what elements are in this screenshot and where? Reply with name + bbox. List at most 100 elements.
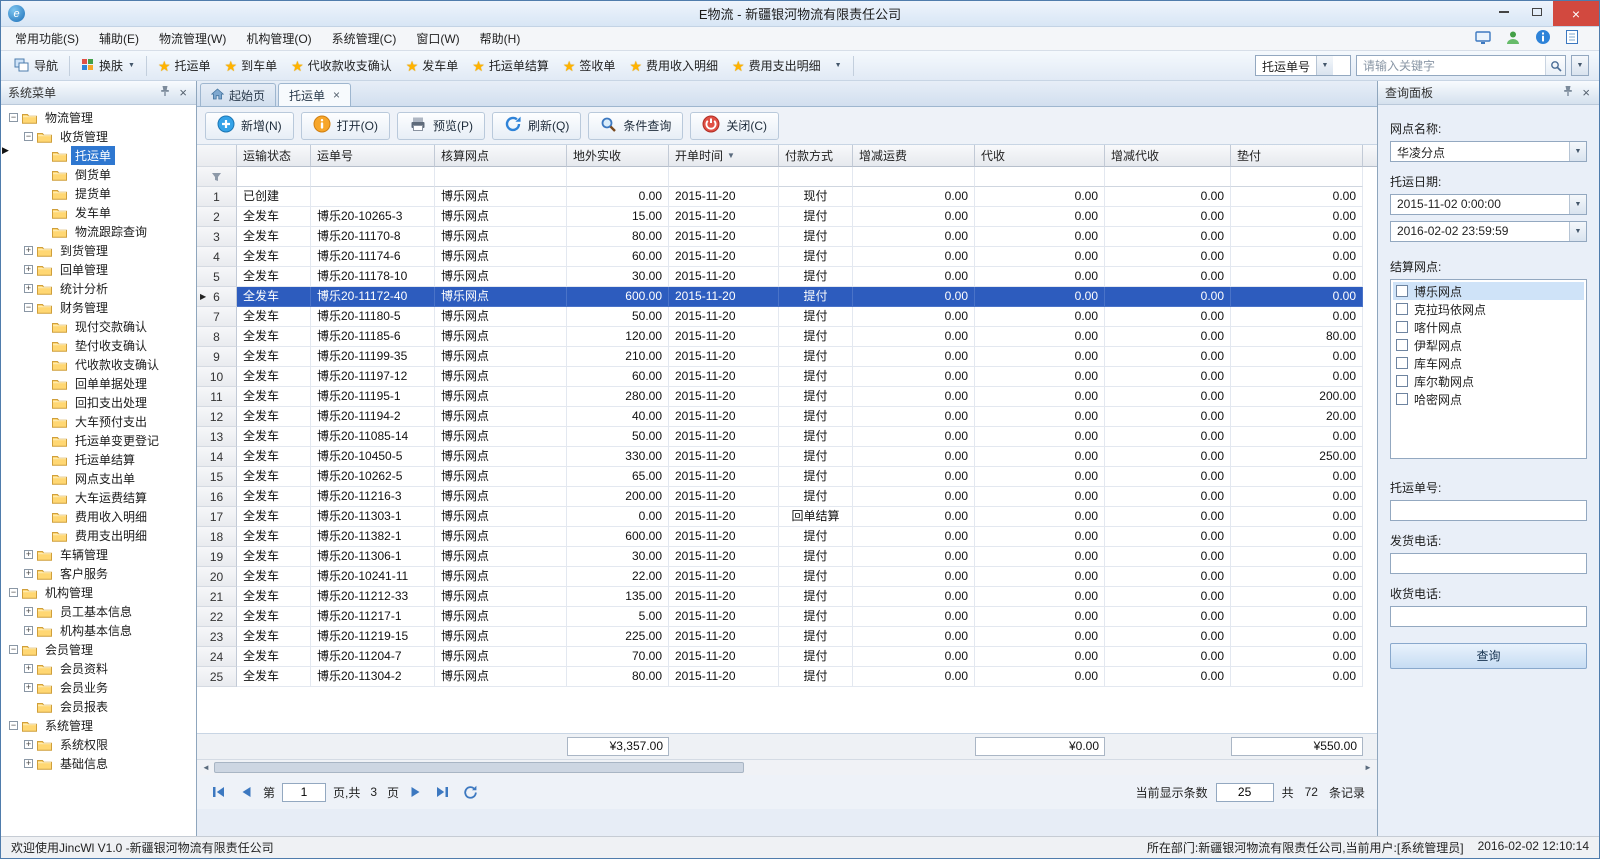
sender-phone-input[interactable] [1390,553,1587,574]
chevron-down-icon[interactable]: ▼ [1316,56,1333,75]
horizontal-scrollbar[interactable]: ◄ ► [197,759,1377,775]
checkbox-icon[interactable] [1396,321,1408,333]
info-icon[interactable] [1535,29,1551,48]
favorites-overflow-button[interactable]: ▼ [828,59,849,72]
preview-button[interactable]: 预览(P) [397,112,485,140]
chevron-down-icon[interactable]: ▼ [1569,195,1586,214]
tree-item[interactable]: 回单单据处理 [1,374,196,393]
minimize-button[interactable] [1487,1,1520,23]
search-input[interactable] [1357,59,1545,73]
expand-icon[interactable]: + [24,569,33,578]
column-header[interactable]: 增减运费 [853,145,975,167]
settle-site-option[interactable]: 库尔勒网点 [1393,372,1584,390]
table-row[interactable]: 1已创建博乐网点0.002015-11-20现付0.000.000.000.00 [197,187,1377,207]
settle-site-option[interactable]: 哈密网点 [1393,390,1584,408]
receiver-phone-input[interactable] [1390,606,1587,627]
expand-icon[interactable]: + [24,683,33,692]
settle-site-option[interactable]: 喀什网点 [1393,318,1584,336]
tree-item[interactable]: 垫付收支确认 [1,336,196,355]
tree-item[interactable]: 大车预付支出 [1,412,196,431]
tree-item[interactable]: +机构基本信息 [1,621,196,640]
tree-item[interactable]: −会员管理 [1,640,196,659]
tree-item[interactable]: +到货管理 [1,241,196,260]
refresh-button[interactable]: 刷新(Q) [492,112,581,140]
column-header[interactable]: 代收 [975,145,1105,167]
maximize-button[interactable] [1520,1,1553,23]
table-row[interactable]: 2全发车博乐20-10265-3博乐网点15.002015-11-20提付0.0… [197,207,1377,227]
table-row[interactable]: 13全发车博乐20-11085-14博乐网点50.002015-11-20提付0… [197,427,1377,447]
table-row[interactable]: 14全发车博乐20-10450-5博乐网点330.002015-11-20提付0… [197,447,1377,467]
tab-close-icon[interactable]: × [333,88,340,102]
tree-item[interactable]: 现付交款确认 [1,317,196,336]
date-from-combo[interactable]: 2015-11-02 0:00:00 ▼ [1390,194,1587,215]
collapse-icon[interactable]: − [9,113,18,122]
collapse-icon[interactable]: − [24,303,33,312]
skin-button[interactable]: 换肤 ▼ [74,54,142,77]
tree-item[interactable]: 会员报表 [1,697,196,716]
expand-icon[interactable]: + [24,664,33,673]
waybill-no-input[interactable] [1390,500,1587,521]
settle-site-option[interactable]: 伊犁网点 [1393,336,1584,354]
tree-item[interactable]: 倒货单 [1,165,196,184]
settle-site-option[interactable]: 博乐网点 [1393,282,1584,300]
expand-icon[interactable]: + [24,284,33,293]
tree-item[interactable]: 托运单变更登记 [1,431,196,450]
favorite-item[interactable]: ★发车单 [399,57,466,74]
expand-icon[interactable]: + [24,550,33,559]
close-panel-icon[interactable]: × [177,85,189,100]
page-number-input[interactable] [282,783,326,802]
search-options-button[interactable]: ▼ [1571,55,1589,76]
table-row[interactable]: 21全发车博乐20-11212-33博乐网点135.002015-11-20提付… [197,587,1377,607]
checkbox-icon[interactable] [1396,357,1408,369]
tree-item[interactable]: −系统管理 [1,716,196,735]
tree-item[interactable]: 网点支出单 [1,469,196,488]
tree-item[interactable]: 代收款收支确认 [1,355,196,374]
table-row[interactable]: 22全发车博乐20-11217-1博乐网点5.002015-11-20提付0.0… [197,607,1377,627]
favorite-item[interactable]: ★签收单 [556,57,623,74]
table-row[interactable]: 5全发车博乐20-11178-10博乐网点30.002015-11-20提付0.… [197,267,1377,287]
new-button[interactable]: 新增(N) [205,112,294,140]
tab-start-page[interactable]: 起始页 [200,83,276,106]
table-row[interactable]: 17全发车博乐20-11303-1博乐网点0.002015-11-20回单结算0… [197,507,1377,527]
query-button[interactable]: 查询 [1390,643,1587,669]
table-row[interactable]: 18全发车博乐20-11382-1博乐网点600.002015-11-20提付0… [197,527,1377,547]
favorite-item[interactable]: ★费用支出明细 [725,57,828,74]
column-header[interactable]: 运输状态 [237,145,311,167]
settle-site-option[interactable]: 克拉玛依网点 [1393,300,1584,318]
menu-item[interactable]: 常用功能(S) [5,26,89,51]
checkbox-icon[interactable] [1396,393,1408,405]
checkbox-icon[interactable] [1396,285,1408,297]
tree-item[interactable]: +会员业务 [1,678,196,697]
table-row[interactable]: 8全发车博乐20-11185-6博乐网点120.002015-11-20提付0.… [197,327,1377,347]
table-row[interactable]: 3全发车博乐20-11170-8博乐网点80.002015-11-20提付0.0… [197,227,1377,247]
expand-icon[interactable]: + [24,265,33,274]
next-page-button[interactable] [406,782,426,802]
scroll-right-icon[interactable]: ► [1360,763,1376,772]
tree-item[interactable]: 费用支出明细 [1,526,196,545]
column-header[interactable]: 垫付 [1231,145,1363,167]
table-row[interactable]: 25全发车博乐20-11304-2博乐网点80.002015-11-20提付0.… [197,667,1377,687]
close-tab-button[interactable]: 关闭(C) [690,112,779,140]
filter-cell[interactable] [237,167,311,187]
favorite-item[interactable]: ★费用收入明细 [622,57,725,74]
tree-item[interactable]: 发车单 [1,203,196,222]
favorite-item[interactable]: ★到车单 [218,57,285,74]
menu-item[interactable]: 窗口(W) [406,26,469,51]
site-name-combo[interactable]: 华凌分点 ▼ [1390,141,1587,162]
tree-item[interactable]: 托运单结算 [1,450,196,469]
table-row[interactable]: ▶6全发车博乐20-11172-40博乐网点600.002015-11-20提付… [197,287,1377,307]
notepad-icon[interactable] [1565,29,1579,48]
table-row[interactable]: 19全发车博乐20-11306-1博乐网点30.002015-11-20提付0.… [197,547,1377,567]
filter-cell[interactable] [669,167,779,187]
search-icon[interactable] [1545,56,1565,75]
table-row[interactable]: 15全发车博乐20-10262-5博乐网点65.002015-11-20提付0.… [197,467,1377,487]
expand-icon[interactable]: + [24,246,33,255]
expand-icon[interactable]: + [24,626,33,635]
filter-cell[interactable] [435,167,567,187]
tree-item[interactable]: +客户服务 [1,564,196,583]
filter-cell[interactable] [779,167,853,187]
column-header[interactable]: 地外实收 [567,145,669,167]
tree-item[interactable]: 提货单 [1,184,196,203]
expand-icon[interactable]: + [24,759,33,768]
pin-icon[interactable] [160,85,170,100]
